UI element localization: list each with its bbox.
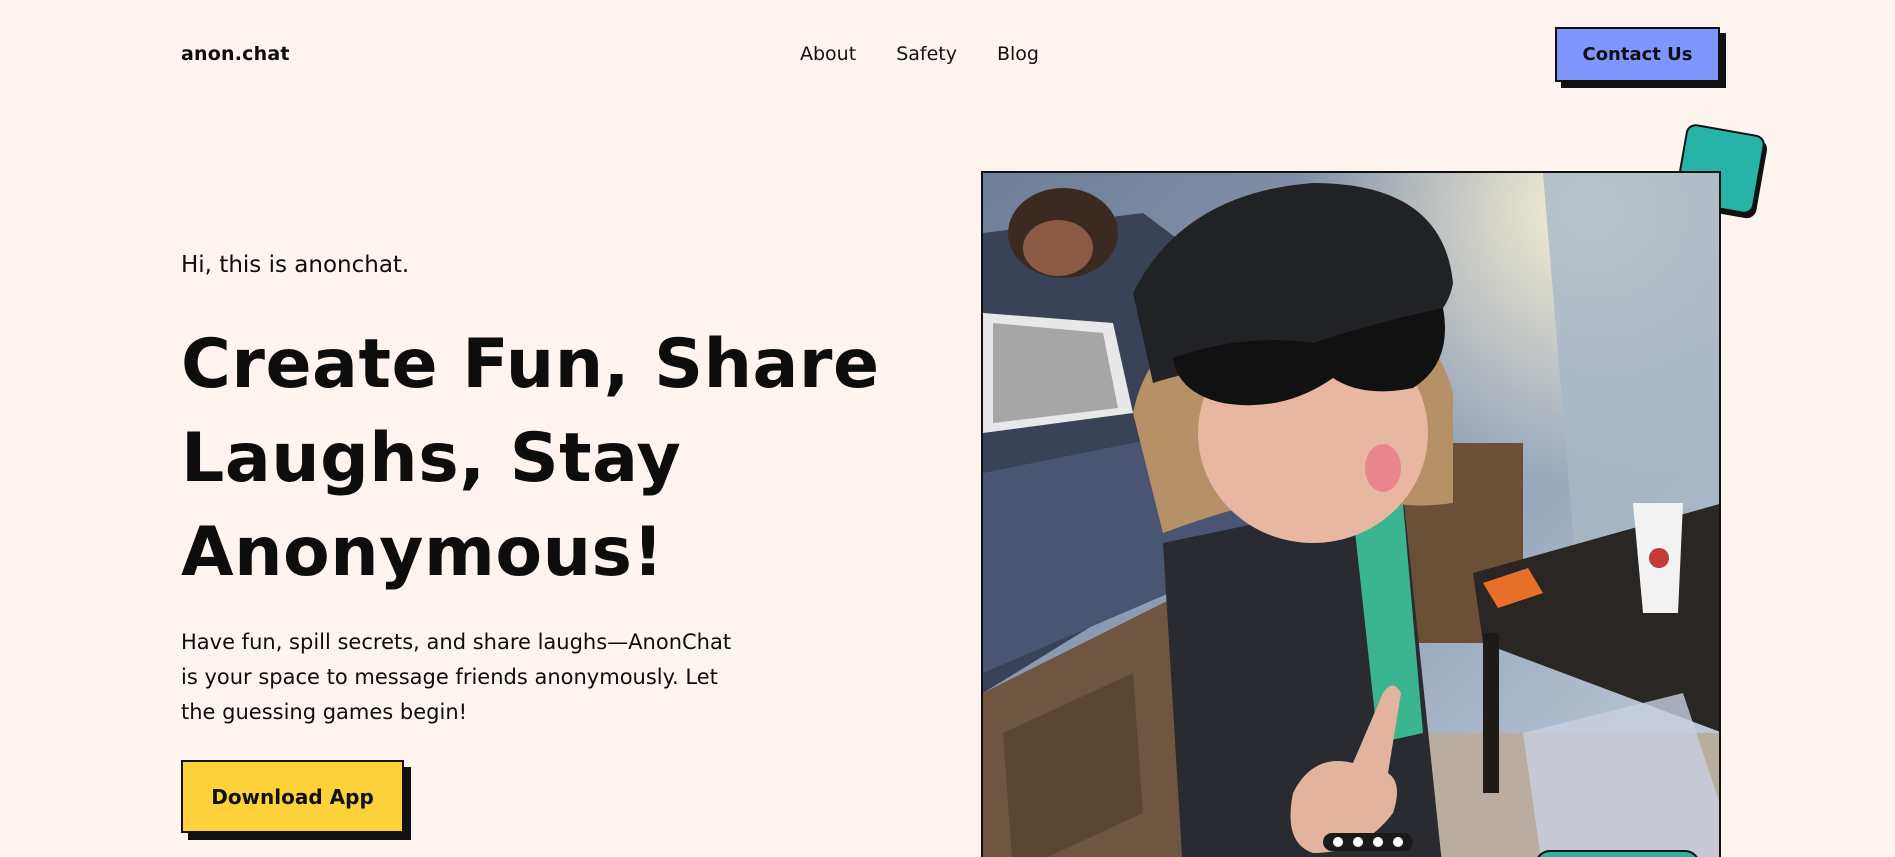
teal-decoration-pill [1535, 850, 1700, 857]
landing-page: anon.chat About Safety Blog Contact Us H… [0, 0, 1895, 857]
hero-headline: Create Fun, Share Laughs, Stay Anonymous… [181, 318, 881, 600]
logo[interactable]: anon.chat [181, 43, 290, 65]
headline-line-2: Laughs, Stay [181, 419, 682, 498]
hero-photo [981, 171, 1721, 857]
headline-line-3: Anonymous! [181, 513, 664, 592]
main-nav: About Safety Blog [800, 43, 1039, 65]
contact-button-wrapper: Contact Us [1555, 27, 1726, 88]
hero-greeting: Hi, this is anonchat. [181, 252, 410, 278]
hero-photo-illustration [983, 173, 1719, 857]
hero-description: Have fun, spill secrets, and share laugh… [181, 630, 732, 724]
contact-us-button[interactable]: Contact Us [1555, 27, 1720, 82]
nav-blog-link[interactable]: Blog [997, 43, 1039, 65]
nav-safety-link[interactable]: Safety [896, 43, 957, 65]
nav-about-link[interactable]: About [800, 43, 856, 65]
download-button-wrapper: Download App [181, 760, 411, 840]
download-app-button[interactable]: Download App [181, 760, 404, 833]
headline-line-1: Create Fun, Share [181, 325, 880, 404]
